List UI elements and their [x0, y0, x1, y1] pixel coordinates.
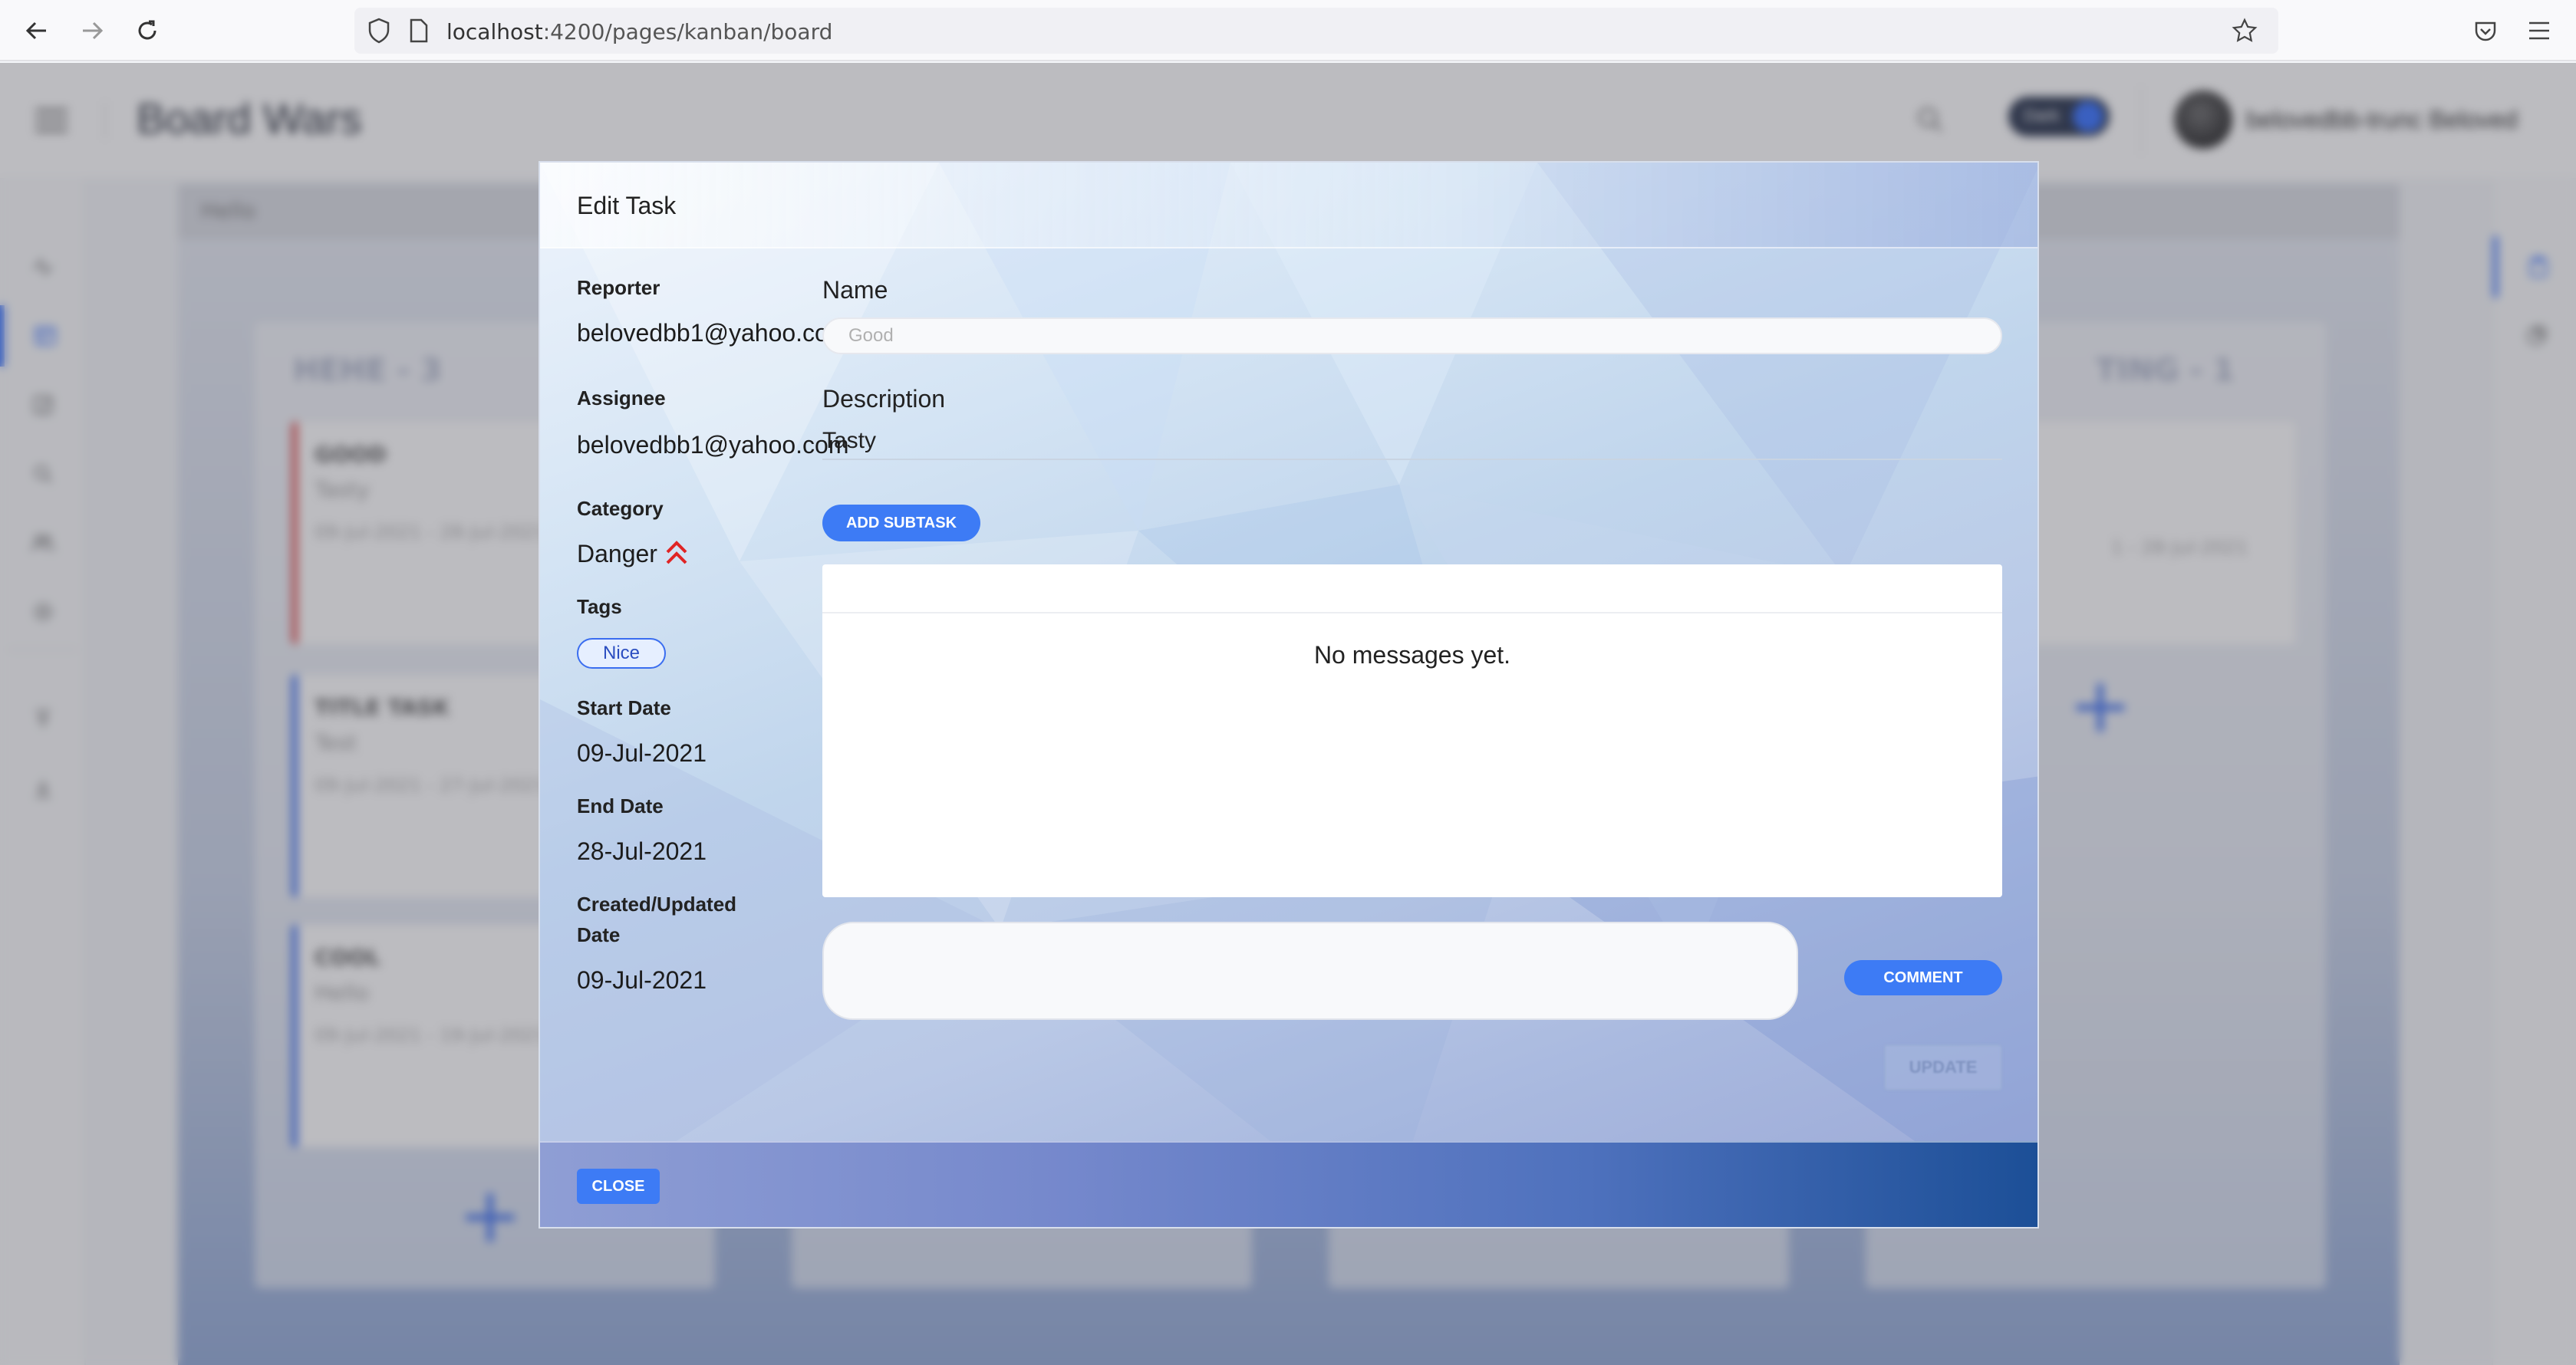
messages-panel: No messages yet. — [822, 564, 2002, 897]
back-icon[interactable] — [20, 14, 54, 48]
update-button[interactable]: UPDATE — [1884, 1044, 2002, 1090]
created-date-value: 09-Jul-2021 — [577, 966, 707, 994]
menu-icon[interactable] — [2524, 15, 2555, 46]
comment-input[interactable] — [822, 922, 1798, 1020]
no-messages-text: No messages yet. — [1313, 641, 1511, 669]
browser-toolbar: localhost:4200/pages/kanban/board — [0, 0, 2576, 61]
description-label: Description — [822, 385, 946, 413]
shield-icon[interactable] — [364, 15, 394, 46]
end-date-value: 28-Jul-2021 — [577, 837, 707, 865]
reporter-value: belovedbb1@yahoo.co — [577, 319, 824, 347]
messages-panel-header — [822, 564, 2002, 613]
url-host: localhost — [446, 19, 543, 44]
end-date-label: End Date — [577, 794, 664, 817]
modal-footer — [540, 1141, 2037, 1227]
reporter-label: Reporter — [577, 276, 660, 299]
name-input[interactable] — [822, 317, 2002, 354]
close-button[interactable]: CLOSE — [577, 1169, 660, 1204]
forward-icon[interactable] — [75, 14, 109, 48]
pocket-icon[interactable] — [2470, 15, 2501, 46]
category-label: Category — [577, 497, 664, 520]
description-input[interactable] — [822, 423, 2002, 460]
category-value: Danger — [577, 540, 657, 567]
page-icon — [404, 15, 434, 46]
comment-button[interactable]: COMMENT — [1844, 960, 2002, 995]
double-chevron-up-icon — [664, 538, 689, 566]
start-date-value: 09-Jul-2021 — [577, 739, 707, 767]
url-path: :4200/pages/kanban/board — [542, 19, 833, 44]
created-date-label-line2: Date — [577, 923, 621, 946]
modal-title: Edit Task — [577, 192, 677, 219]
bookmark-star-icon[interactable] — [2229, 15, 2260, 46]
created-date-label-line1: Created/Updated — [577, 893, 737, 916]
tags-label: Tags — [577, 595, 622, 618]
add-subtask-button[interactable]: ADD SUBTASK — [822, 505, 980, 541]
url-text[interactable]: localhost:4200/pages/kanban/board — [446, 19, 832, 44]
modal-header: Edit Task — [540, 163, 2037, 248]
tag-chip[interactable]: Nice — [577, 638, 666, 669]
start-date-label: Start Date — [577, 696, 671, 719]
url-bar[interactable]: localhost:4200/pages/kanban/board — [354, 8, 2278, 54]
assignee-label: Assignee — [577, 386, 666, 410]
assignee-value: belovedbb1@yahoo.com — [577, 431, 849, 459]
reload-icon[interactable] — [130, 14, 164, 48]
name-label: Name — [822, 276, 888, 304]
edit-task-modal: Edit Task Reporter belovedbb1@yahoo.co A… — [539, 161, 2039, 1228]
